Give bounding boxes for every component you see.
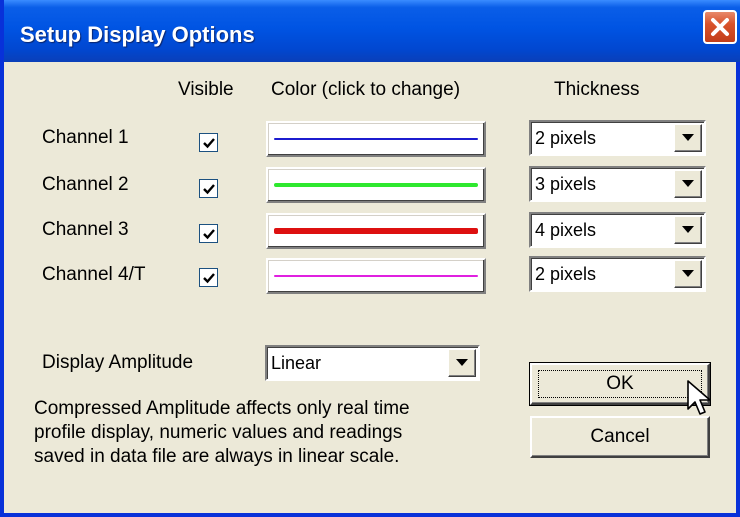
ok-button[interactable]: OK	[529, 362, 711, 406]
channel-2-thickness-value: 3 pixels	[535, 174, 597, 194]
channel-3-visible-checkbox[interactable]	[199, 224, 218, 243]
channel-1-thickness-select[interactable]: 2 pixels	[529, 120, 706, 156]
channel-1-thickness-value: 2 pixels	[535, 128, 597, 148]
thickness-header: Thickness	[554, 79, 640, 100]
triangle-down-icon	[682, 134, 694, 141]
channel-4-label: Channel 4/T	[42, 264, 146, 285]
channel-2-color-swatch[interactable]	[266, 167, 486, 203]
channel-4-color-line	[274, 275, 478, 277]
channel-2-visible-checkbox[interactable]	[199, 179, 218, 198]
triangle-down-icon	[682, 270, 694, 277]
amplitude-note: Compressed Amplitude affects only real t…	[34, 397, 494, 469]
channel-2-thickness-select[interactable]: 3 pixels	[529, 166, 706, 202]
channel-4-thickness-value: 2 pixels	[535, 264, 597, 284]
channel-2-thickness-dropdown-button[interactable]	[674, 170, 702, 198]
note-line: saved in data file are always in linear …	[34, 446, 400, 467]
title-bar[interactable]: Setup Display Options	[4, 0, 740, 62]
close-button[interactable]	[703, 10, 737, 44]
note-line: Compressed Amplitude affects only real t…	[34, 398, 410, 419]
display-amplitude-dropdown-button[interactable]	[448, 349, 476, 377]
channel-1-color-line	[274, 138, 478, 140]
note-line: profile display, numeric values and read…	[34, 422, 403, 443]
visible-header: Visible	[178, 79, 234, 100]
display-amplitude-value: Linear	[271, 353, 322, 373]
focus-rectangle	[538, 370, 702, 398]
triangle-down-icon	[682, 226, 694, 233]
cancel-button[interactable]: Cancel	[530, 416, 710, 458]
channel-4-color-swatch[interactable]	[266, 258, 486, 294]
channel-2-color-line	[274, 183, 478, 187]
channel-3-label: Channel 3	[42, 219, 129, 240]
channel-1-color-swatch[interactable]	[266, 121, 486, 157]
triangle-down-icon	[456, 359, 468, 366]
channel-3-thickness-select[interactable]: 4 pixels	[529, 212, 706, 248]
checkmark-icon	[202, 137, 215, 148]
channel-3-thickness-value: 4 pixels	[535, 220, 597, 240]
checkmark-icon	[202, 272, 215, 283]
checkmark-icon	[202, 183, 215, 194]
triangle-down-icon	[682, 180, 694, 187]
channel-1-thickness-dropdown-button[interactable]	[674, 124, 702, 152]
channel-4-thickness-dropdown-button[interactable]	[674, 260, 702, 288]
mouse-pointer-icon	[687, 380, 711, 415]
channel-1-visible-checkbox[interactable]	[199, 133, 218, 152]
setup-display-options-dialog: Setup Display Options Visible Color (cli…	[0, 0, 740, 517]
display-amplitude-select[interactable]: Linear	[265, 345, 480, 381]
close-icon	[711, 18, 729, 36]
checkmark-icon	[202, 228, 215, 239]
channel-4-thickness-select[interactable]: 2 pixels	[529, 256, 706, 292]
color-header: Color (click to change)	[271, 79, 461, 100]
display-amplitude-label: Display Amplitude	[42, 352, 194, 373]
cancel-button-label: Cancel	[590, 426, 650, 447]
channel-2-label: Channel 2	[42, 174, 129, 195]
channel-4-visible-checkbox[interactable]	[199, 268, 218, 287]
channel-3-color-swatch[interactable]	[266, 213, 486, 249]
channel-3-thickness-dropdown-button[interactable]	[674, 216, 702, 244]
channel-3-color-line	[274, 228, 478, 234]
dialog-title: Setup Display Options	[20, 22, 255, 47]
channel-1-label: Channel 1	[42, 127, 129, 148]
